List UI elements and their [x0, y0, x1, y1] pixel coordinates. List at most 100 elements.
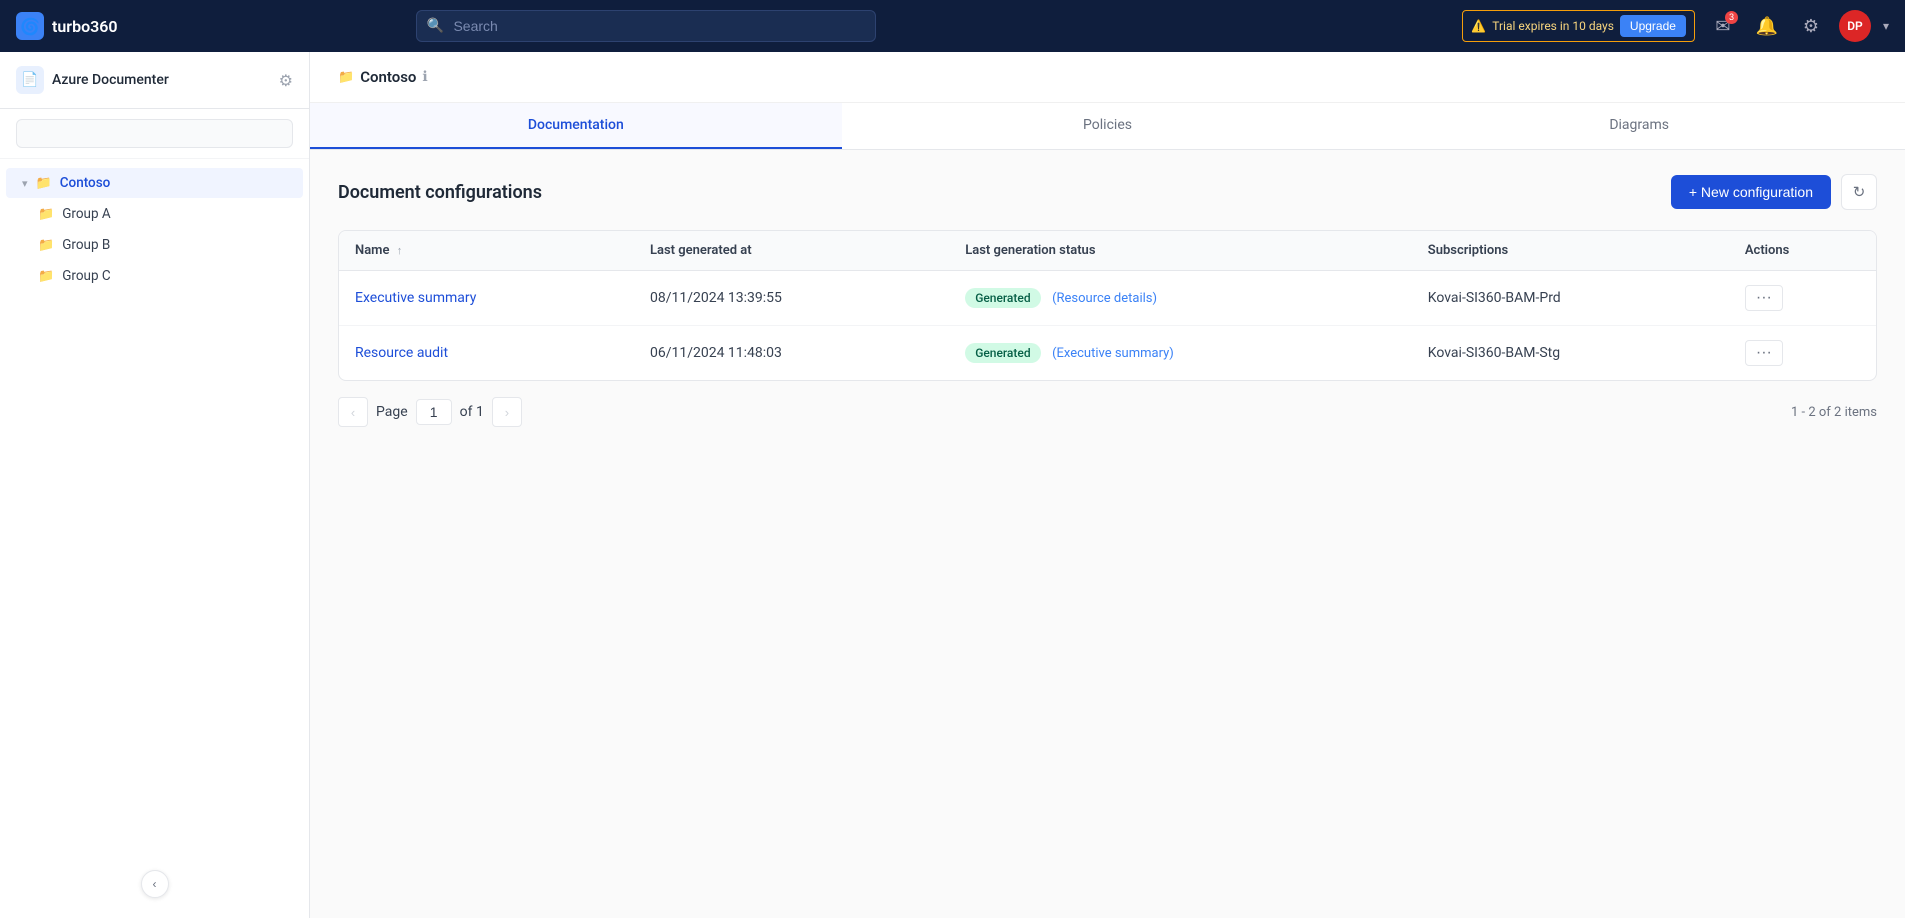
page-of-label: of 1 — [460, 404, 484, 420]
app-layout: 📄 Azure Documenter ⚙ 🔍 ▾ 📁 Contoso 📁 Gro… — [0, 52, 1905, 918]
notification-badge: 3 — [1725, 11, 1738, 24]
folder-icon: 📁 — [38, 207, 54, 222]
breadcrumb-folder-icon: 📁 — [338, 70, 354, 85]
col-name: Name ↑ — [339, 231, 634, 271]
page-input[interactable] — [416, 399, 452, 425]
cell-actions: ··· — [1729, 326, 1876, 381]
search-container: 🔍 — [416, 10, 876, 42]
table-header-row: Name ↑ Last generated at Last generation… — [339, 231, 1876, 271]
chevron-down-icon[interactable]: ▾ — [1883, 19, 1889, 33]
content-area: Document configurations + New configurat… — [310, 150, 1905, 918]
search-input[interactable] — [416, 10, 876, 42]
trial-text: Trial expires in 10 days — [1492, 19, 1614, 33]
pagination: ‹ Page of 1 › 1 - 2 of 2 items — [338, 381, 1877, 427]
items-summary: 1 - 2 of 2 items — [1791, 405, 1877, 420]
sidebar-item-label: Group A — [62, 206, 111, 222]
pagination-left: ‹ Page of 1 › — [338, 397, 522, 427]
sidebar-item-label: Group B — [62, 237, 110, 253]
sidebar-gear-icon[interactable]: ⚙ — [279, 71, 293, 90]
folder-icon: 📁 — [36, 176, 52, 191]
status-detail-link[interactable]: (Executive summary) — [1052, 346, 1174, 361]
sidebar-title: 📄 Azure Documenter — [16, 66, 169, 94]
prev-page-button[interactable]: ‹ — [338, 397, 368, 427]
col-actions: Actions — [1729, 231, 1876, 271]
status-badge: Generated — [965, 288, 1040, 308]
search-icon: 🔍 — [426, 18, 443, 34]
chevron-down-icon: ▾ — [22, 177, 28, 190]
sidebar-module-name: Azure Documenter — [52, 72, 169, 88]
tab-documentation[interactable]: Documentation — [310, 103, 842, 149]
sidebar-nav: ▾ 📁 Contoso 📁 Group A 📁 Group B 📁 Group … — [0, 159, 309, 918]
col-status: Last generation status — [949, 231, 1412, 271]
sidebar-item-label: Contoso — [60, 175, 111, 191]
cell-last-generated: 08/11/2024 13:39:55 — [634, 271, 949, 326]
bell-icon: 🔔 — [1756, 16, 1778, 37]
table-row: Executive summary 08/11/2024 13:39:55 Ge… — [339, 271, 1876, 326]
sidebar-item-group-a[interactable]: 📁 Group A — [6, 199, 303, 229]
row-name-link[interactable]: Resource audit — [355, 345, 448, 361]
sort-icon[interactable]: ↑ — [397, 244, 403, 257]
sidebar-search-wrap: 🔍 — [16, 119, 293, 148]
next-page-button[interactable]: › — [492, 397, 522, 427]
table-row: Resource audit 06/11/2024 11:48:03 Gener… — [339, 326, 1876, 381]
upgrade-button[interactable]: Upgrade — [1620, 15, 1686, 37]
top-navigation: 🌀 turbo360 🔍 ⚠️ Trial expires in 10 days… — [0, 0, 1905, 52]
configurations-table: Name ↑ Last generated at Last generation… — [338, 230, 1877, 381]
cell-subscription: Kovai-SI360-BAM-Stg — [1412, 326, 1729, 381]
refresh-button[interactable]: ↻ — [1841, 174, 1877, 210]
breadcrumb-label: Contoso — [360, 68, 416, 86]
tab-policies[interactable]: Policies — [842, 103, 1374, 149]
cell-subscription: Kovai-SI360-BAM-Prd — [1412, 271, 1729, 326]
cell-last-generated: 06/11/2024 11:48:03 — [634, 326, 949, 381]
breadcrumb: 📁 Contoso ℹ — [310, 52, 1905, 103]
notifications-button[interactable]: 🔔 — [1751, 10, 1783, 42]
row-actions-button[interactable]: ··· — [1745, 285, 1783, 311]
cell-name: Resource audit — [339, 326, 634, 381]
app-name: turbo360 — [52, 17, 118, 36]
gear-icon: ⚙ — [1803, 16, 1819, 37]
new-configuration-button[interactable]: + New configuration — [1671, 175, 1831, 209]
sidebar-item-contoso[interactable]: ▾ 📁 Contoso — [6, 168, 303, 198]
main-content: 📁 Contoso ℹ Documentation Policies Diagr… — [310, 52, 1905, 918]
page-title: Document configurations — [338, 182, 542, 203]
cell-name: Executive summary — [339, 271, 634, 326]
topnav-right: ⚠️ Trial expires in 10 days Upgrade ✉ 3 … — [1462, 10, 1889, 42]
status-badge: Generated — [965, 343, 1040, 363]
content-header: Document configurations + New configurat… — [338, 174, 1877, 210]
tabs-bar: Documentation Policies Diagrams — [310, 103, 1905, 150]
chevron-left-icon: ‹ — [153, 877, 157, 891]
sidebar-item-group-c[interactable]: 📁 Group C — [6, 261, 303, 291]
avatar[interactable]: DP — [1839, 10, 1871, 42]
col-last-generated: Last generated at — [634, 231, 949, 271]
status-detail-link[interactable]: (Resource details) — [1052, 291, 1157, 306]
trial-banner: ⚠️ Trial expires in 10 days Upgrade — [1462, 10, 1695, 42]
table: Name ↑ Last generated at Last generation… — [339, 231, 1876, 380]
messages-button[interactable]: ✉ 3 — [1707, 10, 1739, 42]
settings-button[interactable]: ⚙ — [1795, 10, 1827, 42]
cell-status: Generated (Executive summary) — [949, 326, 1412, 381]
header-actions: + New configuration ↻ — [1671, 174, 1877, 210]
module-icon: 📄 — [16, 66, 44, 94]
page-label: Page — [376, 404, 408, 420]
sidebar-item-label: Group C — [62, 268, 111, 284]
refresh-icon: ↻ — [1853, 183, 1866, 201]
sidebar-search-container: 🔍 — [0, 109, 309, 159]
sidebar-collapse-button[interactable]: ‹ — [141, 870, 169, 898]
sidebar-header: 📄 Azure Documenter ⚙ — [0, 52, 309, 109]
tab-diagrams[interactable]: Diagrams — [1373, 103, 1905, 149]
sidebar-item-group-b[interactable]: 📁 Group B — [6, 230, 303, 260]
cell-actions: ··· — [1729, 271, 1876, 326]
sidebar-search-input[interactable] — [16, 119, 293, 148]
warning-icon: ⚠️ — [1471, 19, 1486, 33]
sidebar: 📄 Azure Documenter ⚙ 🔍 ▾ 📁 Contoso 📁 Gro… — [0, 52, 310, 918]
info-icon[interactable]: ℹ — [422, 69, 427, 85]
cell-status: Generated (Resource details) — [949, 271, 1412, 326]
logo-icon: 🌀 — [16, 12, 44, 40]
row-actions-button[interactable]: ··· — [1745, 340, 1783, 366]
app-logo[interactable]: 🌀 turbo360 — [16, 12, 118, 40]
folder-icon: 📁 — [38, 238, 54, 253]
folder-icon: 📁 — [38, 269, 54, 284]
row-name-link[interactable]: Executive summary — [355, 290, 476, 306]
table-body: Executive summary 08/11/2024 13:39:55 Ge… — [339, 271, 1876, 381]
col-subscriptions: Subscriptions — [1412, 231, 1729, 271]
